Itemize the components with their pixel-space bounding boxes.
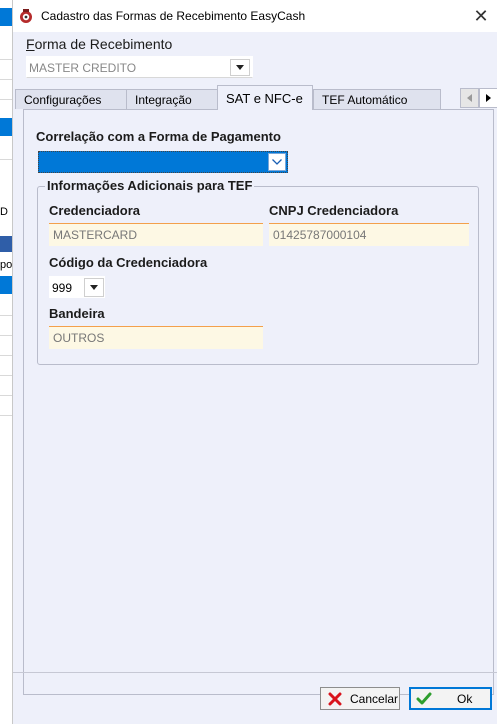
group-title: Informações Adicionais para TEF (45, 178, 255, 193)
tab-label: Configurações (24, 93, 102, 107)
tab-bar: Configurações Integração SAT e NFC-e TEF… (13, 85, 497, 110)
codigo-credenciadora-label: Código da Credenciadora (49, 255, 208, 270)
tab-scroll-right-button[interactable] (479, 88, 497, 108)
tab-label: Integração (135, 93, 192, 107)
background-row (0, 316, 12, 336)
chevron-down-icon (236, 65, 244, 70)
background-row (0, 376, 12, 396)
background-text-fragment: po (0, 259, 12, 271)
background-selected-row (0, 8, 12, 26)
bandeira-label: Bandeira (49, 306, 105, 321)
cancel-button[interactable]: Cancelar (320, 687, 400, 710)
triangle-left-icon (467, 94, 472, 102)
cnpj-credenciadora-label: CNPJ Credenciadora (269, 203, 399, 218)
background-selected-row (0, 118, 12, 136)
credenciadora-label: Credenciadora (49, 203, 141, 218)
background-app-strip: D po (0, 0, 12, 724)
window-title: Cadastro das Formas de Recebimento EasyC… (41, 9, 306, 23)
tab-integracao[interactable]: Integração (126, 89, 218, 109)
dialog-client-area: Forma de Recebimento MASTER CREDITO Conf… (13, 32, 497, 724)
forma-recebimento-label: Forma de Recebimento (26, 36, 172, 52)
correlacao-label: Correlação com a Forma de Pagamento (36, 129, 281, 144)
chevron-down-icon (272, 159, 282, 165)
background-row (0, 296, 12, 316)
codigo-credenciadora-select[interactable]: 999 (49, 276, 105, 298)
background-row (0, 336, 12, 356)
triangle-right-icon (486, 94, 491, 102)
forma-label-accelerator: F (26, 36, 35, 52)
tab-scroll-left-button[interactable] (460, 88, 479, 108)
background-row (0, 60, 12, 80)
background-text-fragment: D (0, 206, 8, 218)
background-row (0, 396, 12, 416)
background-row (0, 80, 12, 100)
correlacao-select[interactable] (38, 151, 288, 173)
ok-label: Ok (457, 691, 473, 706)
green-check-icon (415, 690, 433, 708)
background-selected-row (0, 276, 12, 294)
tab-label: TEF Automático (322, 93, 408, 107)
ok-button[interactable]: Ok (409, 687, 492, 710)
dialog-window: Cadastro das Formas de Recebimento EasyC… (12, 0, 497, 724)
easycash-app-icon (17, 7, 35, 25)
forma-recebimento-select[interactable]: MASTER CREDITO (26, 56, 253, 78)
tab-scroll-buttons (460, 88, 497, 108)
tab-sat-nfce[interactable]: SAT e NFC-e (217, 85, 313, 110)
tef-info-group: Informações Adicionais para TEF Credenci… (37, 178, 479, 365)
credenciadora-field[interactable]: MASTERCARD (49, 223, 263, 246)
tab-configuracoes[interactable]: Configurações (15, 89, 127, 109)
tab-label: SAT e NFC-e (226, 91, 303, 106)
codigo-dropdown-button[interactable] (84, 278, 104, 297)
forma-recebimento-value: MASTER CREDITO (29, 61, 137, 75)
chevron-down-icon (90, 285, 98, 290)
forma-dropdown-button[interactable] (230, 59, 250, 76)
background-header (0, 236, 12, 252)
bandeira-field[interactable]: OUTROS (49, 326, 263, 349)
tab-page-sat-nfce: Correlação com a Forma de Pagamento Info… (23, 109, 494, 695)
background-row (0, 356, 12, 376)
footer-divider (13, 672, 497, 673)
tab-tef-automatico[interactable]: TEF Automático (313, 89, 441, 109)
correlacao-dropdown-button[interactable] (268, 153, 286, 171)
close-icon: ✕ (473, 5, 489, 26)
background-row (0, 40, 12, 60)
background-row (0, 140, 12, 160)
close-button[interactable]: ✕ (464, 0, 497, 32)
cnpj-credenciadora-field[interactable]: 01425787000104 (269, 223, 469, 246)
title-bar[interactable]: Cadastro das Formas de Recebimento EasyC… (13, 0, 497, 32)
red-x-icon (326, 690, 344, 708)
cancel-label: Cancelar (350, 691, 399, 706)
forma-label-text: orma de Recebimento (34, 36, 173, 52)
codigo-credenciadora-value: 999 (52, 281, 73, 295)
